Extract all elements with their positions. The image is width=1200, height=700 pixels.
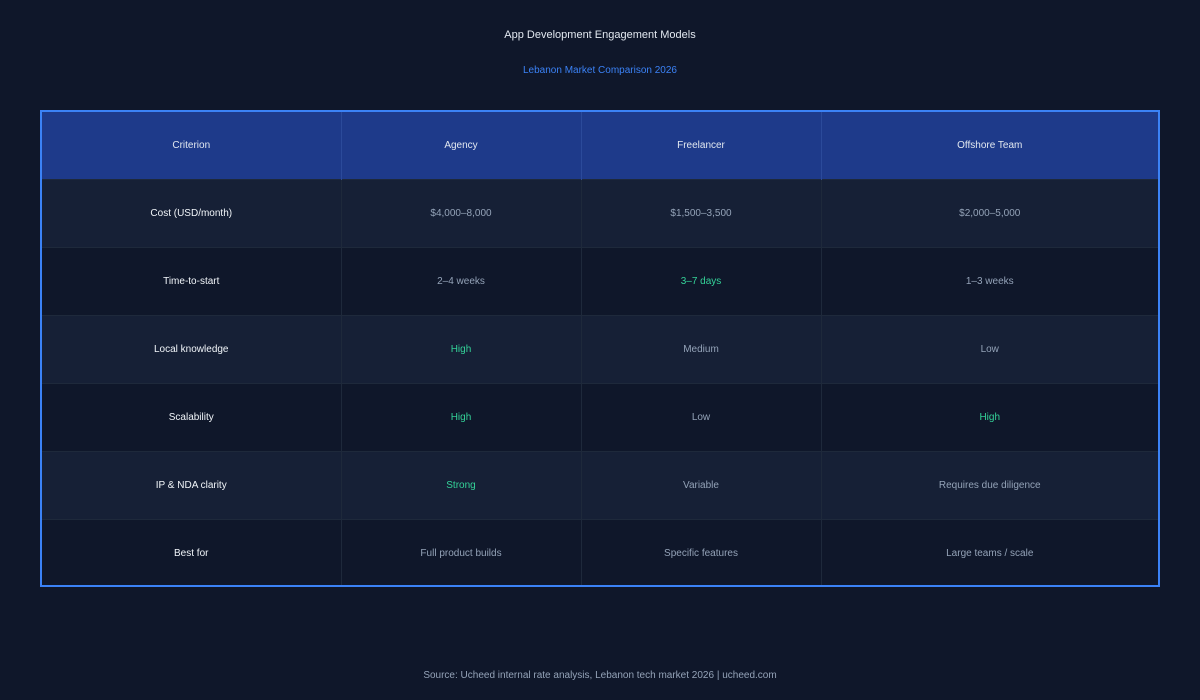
comparison-table: Criterion Agency Freelancer Offshore Tea…	[40, 110, 1160, 587]
comparison-grid: Criterion Agency Freelancer Offshore Tea…	[42, 112, 1158, 585]
freelancer-cell: Medium	[581, 315, 822, 384]
table-row: Scalability High Low High	[42, 383, 1158, 452]
offshore-team-cell: 1–3 weeks	[965, 276, 1014, 287]
source-note: Source: Ucheed internal rate analysis, L…	[423, 670, 777, 681]
criterion-cell: Scalability	[42, 383, 342, 452]
agency-cell: Strong	[341, 451, 582, 520]
header-freelancer: Freelancer	[581, 112, 822, 180]
offshore-team-cell: $2,000–5,000	[959, 208, 1021, 219]
table-row: Cost (USD/month) $4,000–8,000 $1,500–3,500…	[42, 179, 1158, 248]
chart-title: App Development Engagement Models	[504, 29, 696, 41]
table-body: Cost (USD/month) $4,000–8,000 $1,500–3,500…	[42, 179, 1158, 585]
agency-cell: High	[341, 315, 582, 384]
criterion-cell: IP & NDA clarity	[42, 451, 342, 520]
agency-cell: High	[341, 383, 582, 452]
criterion-cell: Cost (USD/month)	[42, 179, 342, 248]
agency-cell: $4,000–8,000	[341, 179, 582, 248]
offshore-team-cell: Large teams / scale	[946, 548, 1034, 559]
offshore-team-cell: High	[979, 412, 1001, 423]
table-header-row: Criterion Agency Freelancer Offshore Tea…	[42, 112, 1158, 180]
agency-cell: Full product builds	[341, 519, 582, 585]
chart-subtitle: Lebanon Market Comparison 2026	[523, 65, 677, 76]
freelancer-cell: 3–7 days	[581, 247, 822, 316]
criterion-cell: Local knowledge	[42, 315, 342, 384]
table-row: Best for Full product builds Specific feat…	[42, 519, 1158, 585]
freelancer-cell: $1,500–3,500	[581, 179, 822, 248]
agency-cell: 2–4 weeks	[341, 247, 582, 316]
freelancer-cell: Low	[581, 383, 822, 452]
offshore-team-cell: Low	[980, 344, 999, 355]
header-offshore-team: Offshore Team	[957, 140, 1023, 151]
table-row: IP & NDA clarity Strong Variable Requires d…	[42, 451, 1158, 520]
freelancer-cell: Specific features	[581, 519, 822, 585]
criterion-cell: Best for	[42, 519, 342, 585]
table-row: Time-to-start 2–4 weeks 3–7 days 1–3 weeks	[42, 247, 1158, 316]
freelancer-cell: Variable	[581, 451, 822, 520]
table-row: Local knowledge High Medium Low	[42, 315, 1158, 384]
header-criterion: Criterion	[42, 112, 342, 180]
header-agency: Agency	[341, 112, 582, 180]
criterion-cell: Time-to-start	[42, 247, 342, 316]
offshore-team-cell: Requires due diligence	[938, 480, 1041, 491]
